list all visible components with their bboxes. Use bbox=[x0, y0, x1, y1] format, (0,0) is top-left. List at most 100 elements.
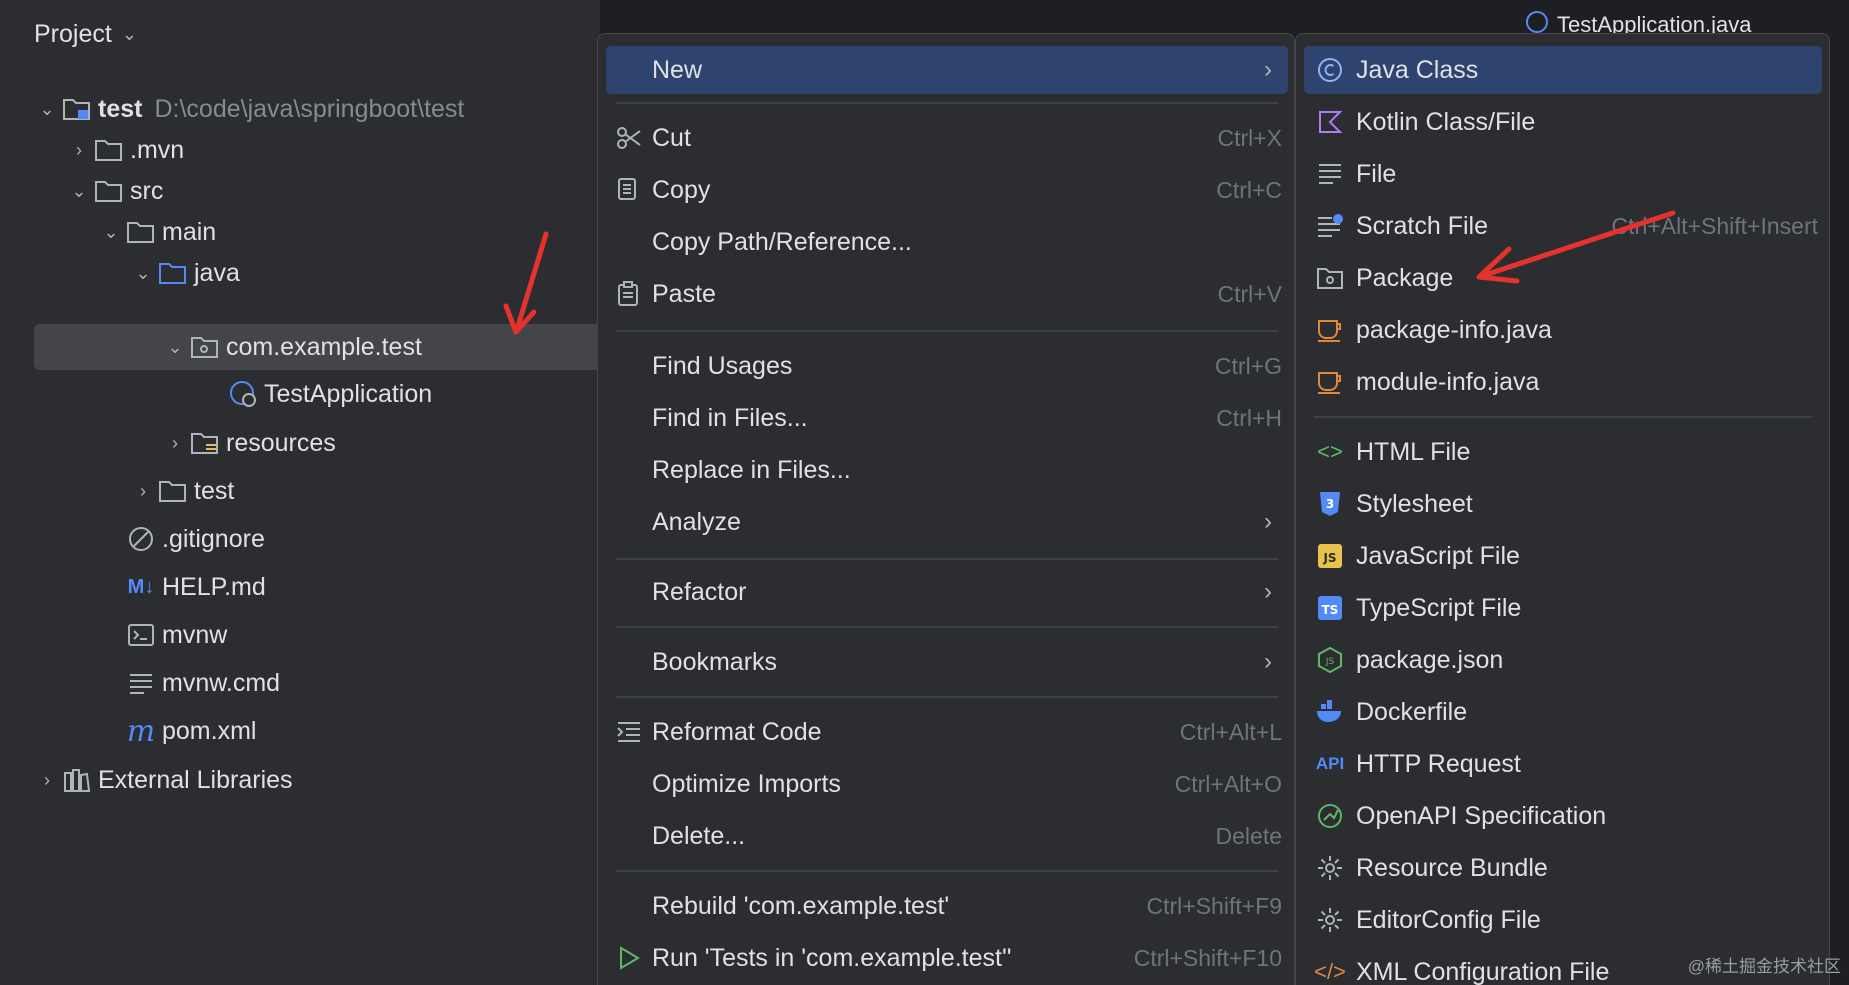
expand-arrow-icon[interactable]: ⌄ bbox=[162, 337, 188, 358]
folder-icon bbox=[156, 477, 190, 505]
submenu-item-package[interactable]: Package bbox=[1304, 254, 1822, 302]
submenu-item-label: Package bbox=[1356, 263, 1454, 292]
menu-item-find-usages[interactable]: Find Usages Ctrl+G bbox=[606, 342, 1288, 390]
menu-item-cut[interactable]: Cut Ctrl+X bbox=[606, 114, 1288, 162]
submenu-item-package-json[interactable]: JS package.json bbox=[1304, 636, 1822, 684]
submenu-item-label: package-info.java bbox=[1356, 315, 1552, 344]
html-icon: <> bbox=[1317, 439, 1343, 464]
menu-item-label: Optimize Imports bbox=[652, 769, 841, 798]
menu-item-refactor[interactable]: Refactor › bbox=[606, 568, 1288, 616]
tree-item-test-folder[interactable]: › test bbox=[34, 468, 600, 514]
expand-arrow-icon[interactable]: ⌄ bbox=[130, 263, 156, 284]
gear-icon bbox=[1304, 906, 1356, 934]
tree-item-label: mvnw.cmd bbox=[162, 668, 281, 697]
menu-item-copy[interactable]: Copy Ctrl+C bbox=[606, 166, 1288, 214]
submenu-item-openapi[interactable]: OpenAPI Specification bbox=[1304, 792, 1822, 840]
menu-item-shortcut: Delete bbox=[1215, 822, 1282, 849]
submenu-item-file[interactable]: File bbox=[1304, 150, 1822, 198]
menu-item-label: Bookmarks bbox=[652, 647, 778, 676]
tree-item-root[interactable]: ⌄ test D:\code\java\springboot\test bbox=[34, 86, 600, 132]
menu-item-find-in-files[interactable]: Find in Files... Ctrl+H bbox=[606, 394, 1288, 442]
menu-item-label: Copy Path/Reference... bbox=[652, 227, 912, 256]
expand-arrow-icon[interactable]: › bbox=[34, 770, 60, 791]
menu-item-shortcut: Ctrl+V bbox=[1217, 280, 1282, 307]
menu-item-replace-in-files[interactable]: Replace in Files... bbox=[606, 446, 1288, 494]
tree-item-gitignore[interactable]: .gitignore bbox=[34, 516, 600, 562]
submenu-item-editorconfig[interactable]: EditorConfig File bbox=[1304, 896, 1822, 944]
tree-item-src[interactable]: ⌄ src bbox=[34, 168, 600, 214]
menu-item-label: Cut bbox=[652, 123, 691, 152]
submenu-item-resource-bundle[interactable]: Resource Bundle bbox=[1304, 844, 1822, 892]
run-icon bbox=[606, 945, 652, 971]
submenu-item-label: module-info.java bbox=[1356, 367, 1540, 396]
package-icon bbox=[1304, 265, 1356, 291]
menu-item-paste[interactable]: Paste Ctrl+V bbox=[606, 270, 1288, 318]
submenu-item-html[interactable]: <> HTML File bbox=[1304, 428, 1822, 476]
tree-item-label: java bbox=[194, 258, 240, 287]
tree-item-java[interactable]: ⌄ java bbox=[34, 250, 600, 296]
menu-item-copy-path[interactable]: Copy Path/Reference... bbox=[606, 218, 1288, 266]
submenu-item-javascript[interactable]: JS JavaScript File bbox=[1304, 532, 1822, 580]
tree-item-label: TestApplication bbox=[264, 379, 433, 408]
scissors-icon bbox=[606, 125, 652, 151]
copy-icon bbox=[606, 177, 652, 203]
expand-arrow-icon[interactable]: ⌄ bbox=[98, 222, 124, 243]
tree-item-mvnw[interactable]: mvnw bbox=[34, 612, 600, 658]
menu-item-shortcut: Ctrl+X bbox=[1217, 124, 1282, 151]
submenu-item-stylesheet[interactable]: 3 Stylesheet bbox=[1304, 480, 1822, 528]
tree-item-label: External Libraries bbox=[98, 765, 293, 794]
tree-item-package-selected[interactable]: ⌄ com.example.test bbox=[34, 324, 600, 370]
submenu-item-module-info[interactable]: module-info.java bbox=[1304, 358, 1822, 406]
menu-item-shortcut: Ctrl+Alt+L bbox=[1179, 718, 1282, 745]
menu-separator bbox=[616, 330, 1278, 332]
tree-item-pom[interactable]: m pom.xml bbox=[34, 708, 600, 754]
menu-item-optimize-imports[interactable]: Optimize Imports Ctrl+Alt+O bbox=[606, 760, 1288, 808]
submenu-separator bbox=[1314, 416, 1812, 418]
project-view-selector[interactable]: Project ⌄ bbox=[34, 14, 137, 54]
tree-item-mvn[interactable]: › .mvn bbox=[34, 127, 600, 173]
tree-item-mvnw-cmd[interactable]: mvnw.cmd bbox=[34, 660, 600, 706]
menu-item-reformat-code[interactable]: Reformat Code Ctrl+Alt+L bbox=[606, 708, 1288, 756]
submenu-item-label: EditorConfig File bbox=[1356, 905, 1541, 934]
menu-item-new[interactable]: New › bbox=[606, 46, 1288, 94]
menu-item-label: Refactor bbox=[652, 577, 747, 606]
tree-item-resources[interactable]: › resources bbox=[34, 420, 600, 466]
submenu-item-typescript[interactable]: TS TypeScript File bbox=[1304, 584, 1822, 632]
menu-item-delete[interactable]: Delete... Delete bbox=[606, 812, 1288, 860]
project-path: D:\code\java\springboot\test bbox=[154, 94, 465, 123]
menu-separator bbox=[616, 696, 1278, 698]
java-file-icon bbox=[1304, 317, 1356, 343]
tree-item-testapplication[interactable]: TestApplication bbox=[34, 371, 600, 417]
project-title: Project bbox=[34, 19, 112, 48]
submenu-item-java-class[interactable]: Java Class bbox=[1304, 46, 1822, 94]
submenu-item-scratch-file[interactable]: Scratch File Ctrl+Alt+Shift+Insert bbox=[1304, 202, 1822, 250]
java-file-icon bbox=[1304, 369, 1356, 395]
expand-arrow-icon[interactable]: › bbox=[66, 140, 92, 161]
menu-item-bookmarks[interactable]: Bookmarks › bbox=[606, 638, 1288, 686]
submenu-item-label: HTML File bbox=[1356, 437, 1471, 466]
shell-icon bbox=[124, 621, 158, 649]
expand-arrow-icon[interactable]: › bbox=[162, 433, 188, 454]
tree-item-external-libraries[interactable]: › External Libraries bbox=[34, 757, 600, 803]
tree-item-help-md[interactable]: M↓ HELP.md bbox=[34, 564, 600, 610]
svg-text:JS: JS bbox=[1322, 551, 1336, 565]
watermark: @稀土掘金技术社区 bbox=[1687, 957, 1841, 976]
expand-arrow-icon[interactable]: ⌄ bbox=[66, 181, 92, 202]
paste-icon bbox=[606, 281, 652, 307]
menu-item-shortcut: Ctrl+C bbox=[1216, 176, 1282, 203]
tree-item-main[interactable]: ⌄ main bbox=[34, 209, 600, 255]
chevron-right-icon: › bbox=[1264, 578, 1272, 605]
submenu-item-http-request[interactable]: API HTTP Request bbox=[1304, 740, 1822, 788]
submenu-item-dockerfile[interactable]: Dockerfile bbox=[1304, 688, 1822, 736]
menu-item-analyze[interactable]: Analyze › bbox=[606, 498, 1288, 546]
menu-item-run-tests[interactable]: Run 'Tests in 'com.example.test'' Ctrl+S… bbox=[606, 934, 1288, 982]
submenu-item-package-info[interactable]: package-info.java bbox=[1304, 306, 1822, 354]
scratch-file-icon bbox=[1304, 213, 1356, 239]
submenu-item-kotlin[interactable]: Kotlin Class/File bbox=[1304, 98, 1822, 146]
tree-item-label: test bbox=[194, 476, 235, 505]
submenu-item-label: Kotlin Class/File bbox=[1356, 107, 1536, 136]
menu-item-label: Rebuild 'com.example.test' bbox=[652, 891, 950, 920]
expand-arrow-icon[interactable]: ⌄ bbox=[34, 99, 60, 120]
menu-item-rebuild[interactable]: Rebuild 'com.example.test' Ctrl+Shift+F9 bbox=[606, 882, 1288, 930]
expand-arrow-icon[interactable]: › bbox=[130, 481, 156, 502]
